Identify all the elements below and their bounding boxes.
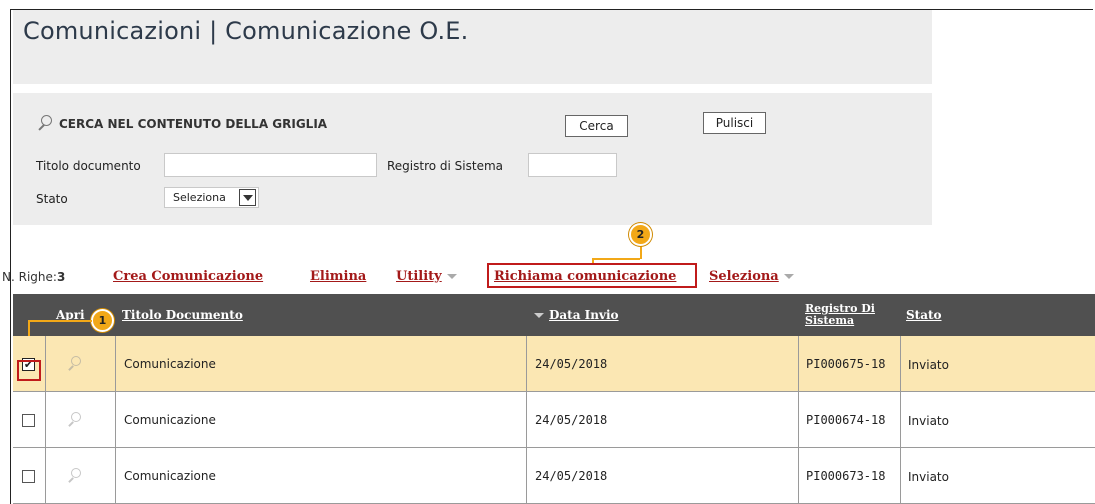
annotation-highlight-checkbox <box>17 360 41 381</box>
clear-button[interactable]: Pulisci <box>703 112 766 134</box>
callout-badge-1: 1 <box>91 309 114 332</box>
row-checkbox-cell <box>22 392 35 448</box>
seleziona-menu[interactable]: Seleziona <box>709 269 794 284</box>
column-divider <box>45 336 46 504</box>
stato-select-value: Seleziona <box>173 191 226 204</box>
column-header-titolo-documento[interactable]: Titolo Documento <box>122 294 243 336</box>
utility-menu[interactable]: Utility <box>396 269 457 284</box>
column-header-registro-di-sistema[interactable]: Registro Di Sistema <box>805 294 875 336</box>
seleziona-label: Seleziona <box>709 269 779 284</box>
callout-badge-2: 2 <box>629 223 652 246</box>
stato-cell: Inviato <box>908 414 949 428</box>
row-count: N. Righe:3 <box>2 270 65 284</box>
data-invio-cell: 24/05/2018 <box>535 413 608 427</box>
search-button[interactable]: Cerca <box>565 115 628 137</box>
column-header-data-invio-label: Data Invio <box>549 308 619 322</box>
stato-label: Stato <box>36 192 68 206</box>
column-divider <box>115 336 116 504</box>
data-invio-cell: 24/05/2018 <box>535 357 608 371</box>
titolo-cell: Comunicazione <box>124 413 216 427</box>
column-divider <box>526 336 527 504</box>
column-divider <box>900 336 901 504</box>
titolo-cell: Comunicazione <box>124 357 216 371</box>
open-cell <box>66 336 82 392</box>
utility-label: Utility <box>396 269 442 284</box>
data-invio-cell: 24/05/2018 <box>535 469 608 483</box>
annotation-highlight-richiama <box>487 263 697 288</box>
row-count-value: 3 <box>56 270 66 284</box>
sort-down-icon <box>534 312 544 318</box>
stato-select[interactable]: Seleziona <box>164 187 259 208</box>
search-icon <box>36 115 53 132</box>
column-header-apri[interactable]: Apri <box>56 294 85 336</box>
chevron-down-icon[interactable] <box>239 189 256 206</box>
column-header-registro-line2: Sistema <box>805 314 855 327</box>
open-cell <box>66 392 82 448</box>
titolo-cell: Comunicazione <box>124 469 216 483</box>
search-heading-label: CERCA NEL CONTENUTO DELLA GRIGLIA <box>59 116 328 131</box>
row-checkbox[interactable] <box>22 469 35 483</box>
chevron-down-icon <box>446 274 457 279</box>
registro-sistema-label: Registro di Sistema <box>387 159 504 173</box>
page-title: Comunicazioni | Comunicazione O.E. <box>23 17 469 45</box>
titolo-documento-label: Titolo documento <box>36 159 141 173</box>
crea-comunicazione-link[interactable]: Crea Comunicazione <box>113 269 263 284</box>
registro-cell: PI000674-18 <box>806 413 886 427</box>
row-count-label: N. Righe: <box>2 270 57 284</box>
open-search-icon[interactable] <box>66 356 82 372</box>
open-cell <box>66 448 82 504</box>
row-checkbox-cell <box>22 448 35 504</box>
open-search-icon[interactable] <box>66 468 82 484</box>
titolo-documento-input[interactable] <box>164 153 377 177</box>
registro-cell: PI000675-18 <box>806 357 886 371</box>
stato-cell: Inviato <box>908 470 949 484</box>
column-header-data-invio[interactable]: Data Invio <box>534 294 619 336</box>
callout-2-line <box>592 258 640 260</box>
callout-2-line-up <box>640 244 642 259</box>
open-search-icon[interactable] <box>66 412 82 428</box>
chevron-down-icon <box>783 274 794 279</box>
registro-cell: PI000673-18 <box>806 469 886 483</box>
registro-sistema-input[interactable] <box>528 153 617 177</box>
column-header-stato[interactable]: Stato <box>906 294 942 336</box>
callout-1-line <box>28 320 92 322</box>
column-divider <box>798 336 799 504</box>
elimina-link[interactable]: Elimina <box>310 269 366 284</box>
row-checkbox[interactable] <box>22 413 35 427</box>
stato-cell: Inviato <box>908 358 949 372</box>
search-heading: CERCA NEL CONTENUTO DELLA GRIGLIA <box>36 115 327 132</box>
